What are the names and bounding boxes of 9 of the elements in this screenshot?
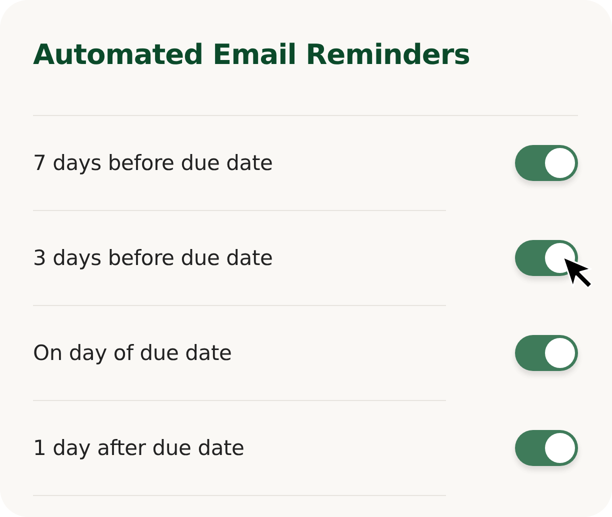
- reminder-label: On day of due date: [33, 341, 232, 365]
- reminder-label: 3 days before due date: [33, 246, 273, 270]
- toggle-switch[interactable]: [515, 430, 578, 466]
- reminder-label: 1 day after due date: [33, 436, 244, 460]
- toggle-switch[interactable]: [515, 335, 578, 371]
- reminder-label: 7 days before due date: [33, 151, 273, 175]
- toggle-switch[interactable]: [515, 240, 578, 276]
- toggle-switch[interactable]: [515, 145, 578, 181]
- panel-title: Automated Email Reminders: [33, 36, 471, 72]
